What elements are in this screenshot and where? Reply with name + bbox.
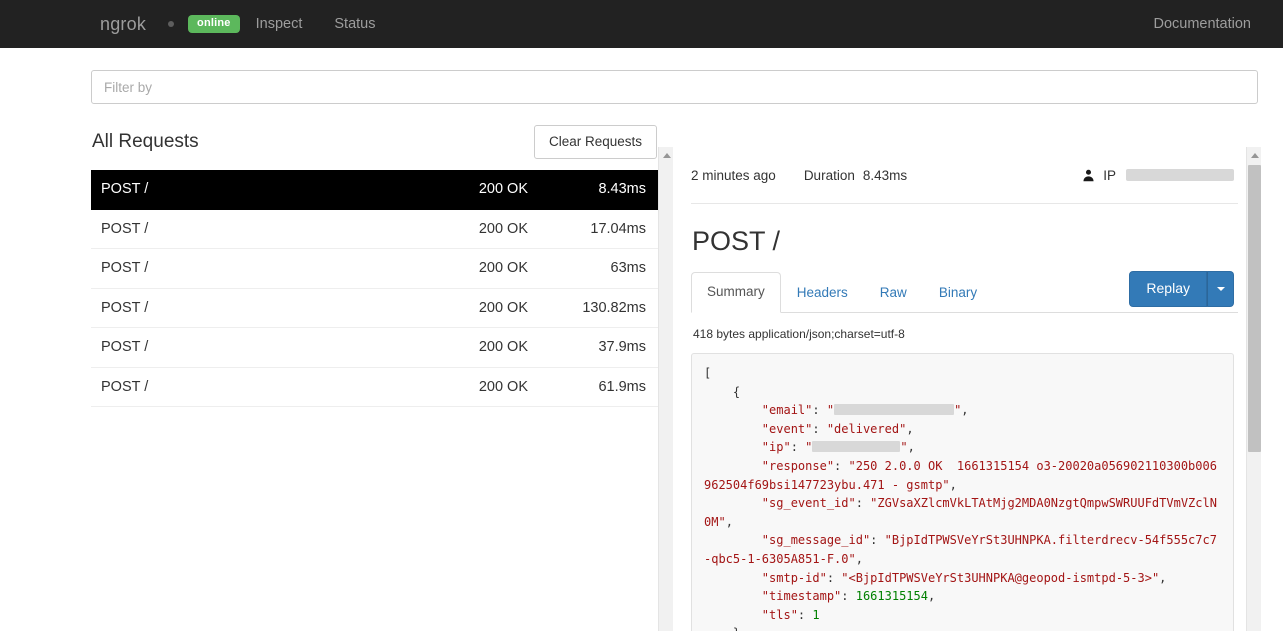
status-badge: online [188, 15, 240, 33]
duration-label: Duration [803, 167, 855, 183]
clear-requests-button[interactable]: Clear Requests [533, 124, 657, 160]
json-key: "smtp-id" [761, 570, 827, 585]
json-value-redacted [834, 404, 955, 416]
request-status: 200 OK [478, 378, 528, 395]
request-method: POST / [101, 181, 149, 198]
tab-binary[interactable]: Binary [923, 273, 993, 313]
status-dot-icon [168, 21, 175, 27]
filter-input[interactable] [91, 70, 1258, 104]
top-navbar: ngrok online Inspect Status Documentatio… [0, 0, 1283, 48]
replay-button-group: Replay [1129, 271, 1234, 307]
requests-panel-scrollbar[interactable] [658, 147, 673, 631]
request-method: POST / [101, 260, 149, 277]
json-key: "sg_event_id" [761, 496, 856, 511]
request-list-item[interactable]: POST / 200 OK 37.9ms [91, 328, 658, 368]
json-key: "timestamp" [761, 589, 842, 604]
request-title: POST / [692, 226, 781, 256]
json-key: "event" [761, 421, 813, 436]
request-detail-panel: 2 minutes ago Duration 8.43ms IP POST / … [680, 147, 1246, 631]
json-value: 1 [812, 607, 820, 622]
detail-tabs-row: Summary Headers Raw Binary Replay [691, 271, 1238, 313]
main-content: All Requests Clear Requests POST / 200 OK… [0, 48, 1283, 631]
duration-value: 8.43ms [862, 167, 908, 183]
person-icon [1083, 169, 1094, 181]
json-key: "tls" [761, 607, 798, 622]
chevron-down-icon [1216, 287, 1225, 292]
response-body-meta: 418 bytes application/json;charset=utf-8 [693, 327, 905, 341]
brand-logo[interactable]: ngrok [100, 14, 160, 35]
response-body-box: [ { "email": " ", "event": "delivered", "… [691, 353, 1234, 631]
request-status: 200 OK [478, 339, 528, 356]
request-list: POST /200 OK 8.43ms POST /200 OK 17.04ms POS… [91, 170, 658, 407]
response-body-json: [ { "email": " ", "event": "delivered", "… [704, 366, 1217, 631]
request-timestamp: 2 minutes ago [691, 167, 776, 183]
detail-meta-row: 2 minutes ago Duration 8.43ms IP [691, 147, 1238, 204]
request-duration: 17.04ms [590, 220, 646, 237]
scrollbar-thumb[interactable] [1248, 165, 1261, 452]
json-value: "<BjpIdTPWSVeYrSt3UHNPKA@geopod-ismtpd-5… [841, 570, 1160, 585]
request-status: 200 OK [478, 260, 528, 277]
json-key: "response" [761, 458, 835, 473]
json-key: "sg_message_id" [761, 533, 871, 548]
json-value-redacted [812, 441, 901, 453]
request-list-item[interactable]: POST / 200 OK 8.43ms [91, 170, 658, 210]
navbar-right-group: Documentation [1129, 0, 1259, 48]
replay-dropdown-toggle[interactable] [1207, 271, 1234, 307]
tab-summary[interactable]: Summary [691, 272, 781, 313]
replay-button[interactable]: Replay [1129, 271, 1207, 307]
request-duration: 130.82ms [582, 299, 646, 316]
ip-value-redacted [1126, 169, 1234, 181]
nav-link-documentation[interactable]: Documentation [1145, 0, 1259, 48]
request-duration: 37.9ms [598, 339, 646, 356]
requests-panel: All Requests Clear Requests POST / 200 OK… [91, 114, 658, 631]
request-status: 200 OK [478, 220, 528, 237]
navbar-left-group: ngrok online Inspect Status [0, 0, 391, 48]
json-key: "email" [761, 403, 813, 418]
request-method: POST / [101, 299, 149, 316]
requests-panel-header: All Requests Clear Requests [91, 114, 658, 170]
request-list-item[interactable]: POST / 200 OK 130.82ms [91, 288, 658, 328]
nav-link-inspect[interactable]: Inspect [240, 0, 319, 48]
client-ip-group: IP [1082, 168, 1238, 183]
request-status: 200 OK [478, 299, 528, 316]
request-duration: 63ms [610, 260, 646, 277]
detail-panel-scrollbar[interactable] [1246, 147, 1261, 631]
request-method: POST / [101, 378, 149, 395]
nav-link-status[interactable]: Status [318, 0, 391, 48]
json-value: "delivered" [826, 421, 907, 436]
scroll-up-icon[interactable] [659, 147, 674, 163]
request-duration: 8.43ms [598, 181, 646, 198]
tab-raw[interactable]: Raw [864, 273, 923, 313]
tab-headers[interactable]: Headers [781, 273, 864, 313]
request-list-item[interactable]: POST / 200 OK 17.04ms [91, 209, 658, 249]
request-list-item[interactable]: POST / 200 OK 63ms [91, 249, 658, 289]
filter-bar [91, 70, 1258, 104]
request-method: POST / [101, 339, 149, 356]
request-status: 200 OK [478, 181, 528, 198]
request-method: POST / [101, 220, 149, 237]
page-title: All Requests [92, 131, 199, 152]
json-value: 1661315154 [855, 589, 928, 604]
scroll-up-icon[interactable] [1247, 147, 1262, 163]
request-list-item[interactable]: POST / 200 OK 61.9ms [91, 367, 658, 407]
json-key: "ip" [761, 440, 791, 455]
request-duration: 61.9ms [598, 378, 646, 395]
ip-label: IP [1103, 167, 1116, 183]
